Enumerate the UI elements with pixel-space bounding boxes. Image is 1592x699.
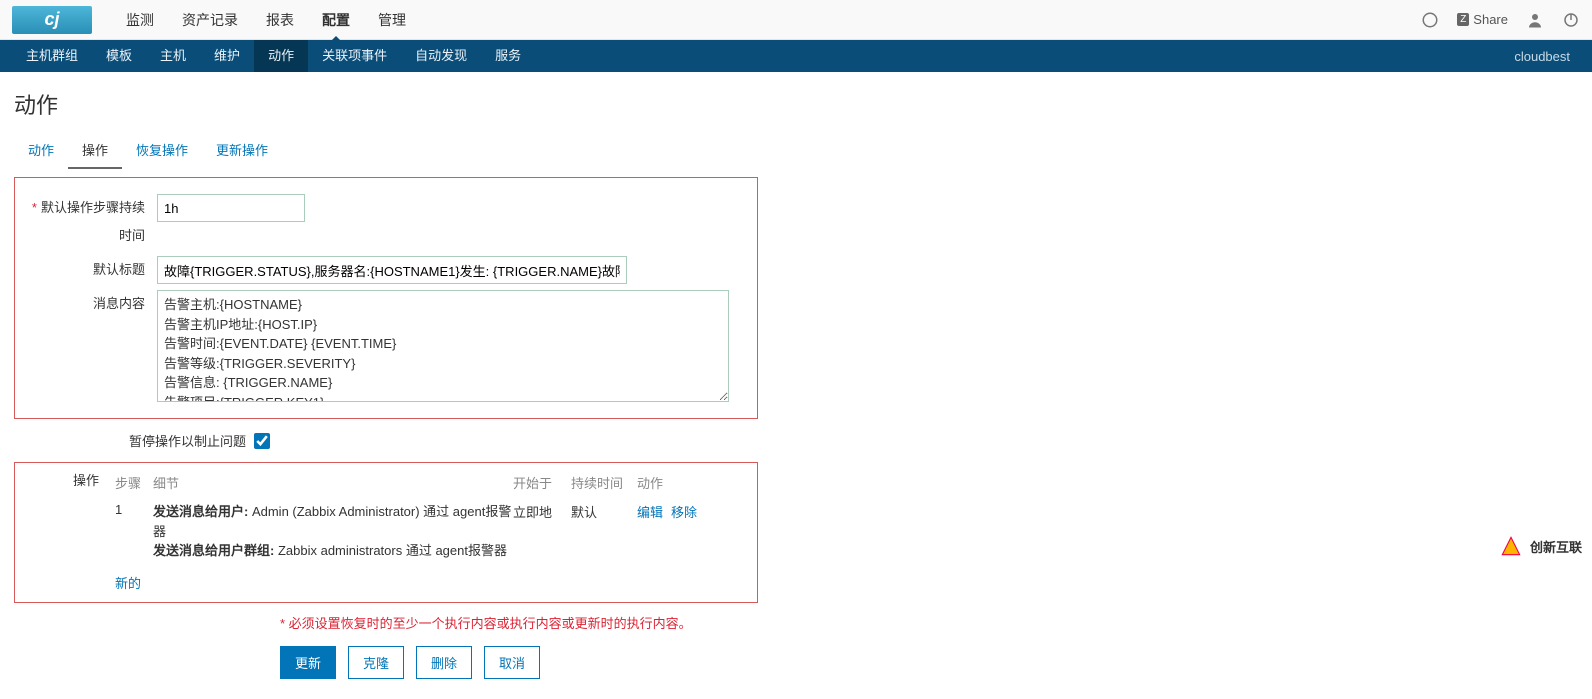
ops-remove-link[interactable]: 移除: [671, 502, 697, 561]
required-hint: * 必须设置恢复时的至少一个执行内容或执行内容或更新时的执行内容。: [0, 607, 1592, 632]
ops-start: 立即地: [513, 502, 571, 561]
subnav-host[interactable]: 主机: [146, 40, 200, 72]
ops-detail-l1-prefix: 发送消息给用户:: [153, 504, 248, 519]
ops-step: 1: [115, 502, 153, 561]
ops-actions: 编辑 移除: [637, 502, 697, 561]
top-header: cj 监测 资产记录 报表 配置 管理 Z Share: [0, 0, 1592, 40]
subnav-action[interactable]: 动作: [254, 40, 308, 72]
nav-admin[interactable]: 管理: [364, 0, 420, 41]
tab-update[interactable]: 更新操作: [202, 132, 282, 169]
oh-start: 开始于: [513, 473, 571, 492]
operations-label: 操作: [21, 469, 109, 493]
subnav-discovery[interactable]: 自动发现: [401, 40, 481, 72]
oh-action: 动作: [637, 473, 679, 492]
logo[interactable]: cj: [12, 6, 92, 34]
pause-checkbox[interactable]: [254, 433, 270, 449]
cancel-button[interactable]: 取消: [484, 646, 540, 679]
ops-row: 1 发送消息给用户: Admin (Zabbix Administrator) …: [115, 498, 751, 565]
subnav-hostgroup[interactable]: 主机群组: [12, 40, 92, 72]
form-box: *默认操作步骤持续时间 默认标题 消息内容: [14, 177, 758, 419]
subnav-user: cloudbest: [1514, 49, 1580, 64]
oh-detail: 细节: [153, 473, 513, 492]
share-label: Share: [1473, 12, 1508, 27]
subnav-service[interactable]: 服务: [481, 40, 535, 72]
duration-input[interactable]: [157, 194, 305, 222]
message-textarea[interactable]: [157, 290, 729, 402]
ops-detail-l2-prefix: 发送消息给用户群组:: [153, 543, 274, 558]
top-right: Z Share: [1421, 11, 1580, 29]
top-nav: 监测 资产记录 报表 配置 管理: [112, 0, 420, 41]
ops-duration: 默认: [571, 502, 637, 561]
ops-edit-link[interactable]: 编辑: [637, 502, 663, 561]
message-label: 消息内容: [29, 290, 157, 402]
tab-operation[interactable]: 操作: [68, 132, 122, 169]
ops-new-link[interactable]: 新的: [115, 573, 751, 592]
ops-detail-l2-rest: Zabbix administrators 通过 agent报警器: [274, 543, 507, 558]
subnav-maintenance[interactable]: 维护: [200, 40, 254, 72]
watermark-icon: [1498, 533, 1524, 559]
user-icon[interactable]: [1526, 11, 1544, 29]
subject-input[interactable]: [157, 256, 627, 284]
delete-button[interactable]: 删除: [416, 646, 472, 679]
nav-reports[interactable]: 报表: [252, 0, 308, 41]
tabs: 动作 操作 恢复操作 更新操作: [0, 132, 1592, 169]
tab-recovery[interactable]: 恢复操作: [122, 132, 202, 169]
tab-action[interactable]: 动作: [14, 132, 68, 169]
share-button[interactable]: Z Share: [1457, 12, 1508, 27]
nav-inventory[interactable]: 资产记录: [168, 0, 252, 41]
ops-detail: 发送消息给用户: Admin (Zabbix Administrator) 通过…: [153, 502, 513, 561]
subnav-template[interactable]: 模板: [92, 40, 146, 72]
power-icon[interactable]: [1562, 11, 1580, 29]
subject-label: 默认标题: [29, 256, 157, 284]
oh-duration: 持续时间: [571, 473, 637, 492]
button-row: 更新 克隆 删除 取消: [0, 632, 1592, 699]
update-button[interactable]: 更新: [280, 646, 336, 679]
pause-row: 暂停操作以制止问题: [0, 423, 1592, 458]
pause-label: 暂停操作以制止问题: [0, 431, 254, 450]
nav-config[interactable]: 配置: [308, 0, 364, 41]
duration-label: *默认操作步骤持续时间: [29, 194, 157, 250]
operations-box: 操作 步骤 细节 开始于 持续时间 动作 1 发送消息给用户: Admin (Z…: [14, 462, 758, 603]
watermark: 创新互联: [1498, 533, 1582, 559]
sub-nav: 主机群组 模板 主机 维护 动作 关联项事件 自动发现 服务 cloudbest: [0, 40, 1592, 72]
subnav-correlation[interactable]: 关联项事件: [308, 40, 401, 72]
watermark-text: 创新互联: [1530, 537, 1582, 556]
oh-step: 步骤: [115, 473, 153, 492]
notify-icon[interactable]: [1421, 11, 1439, 29]
page-title: 动作: [0, 72, 1592, 132]
share-z-icon: Z: [1457, 13, 1469, 26]
clone-button[interactable]: 克隆: [348, 646, 404, 679]
ops-header-row: 步骤 细节 开始于 持续时间 动作: [115, 469, 751, 498]
nav-monitor[interactable]: 监测: [112, 0, 168, 41]
